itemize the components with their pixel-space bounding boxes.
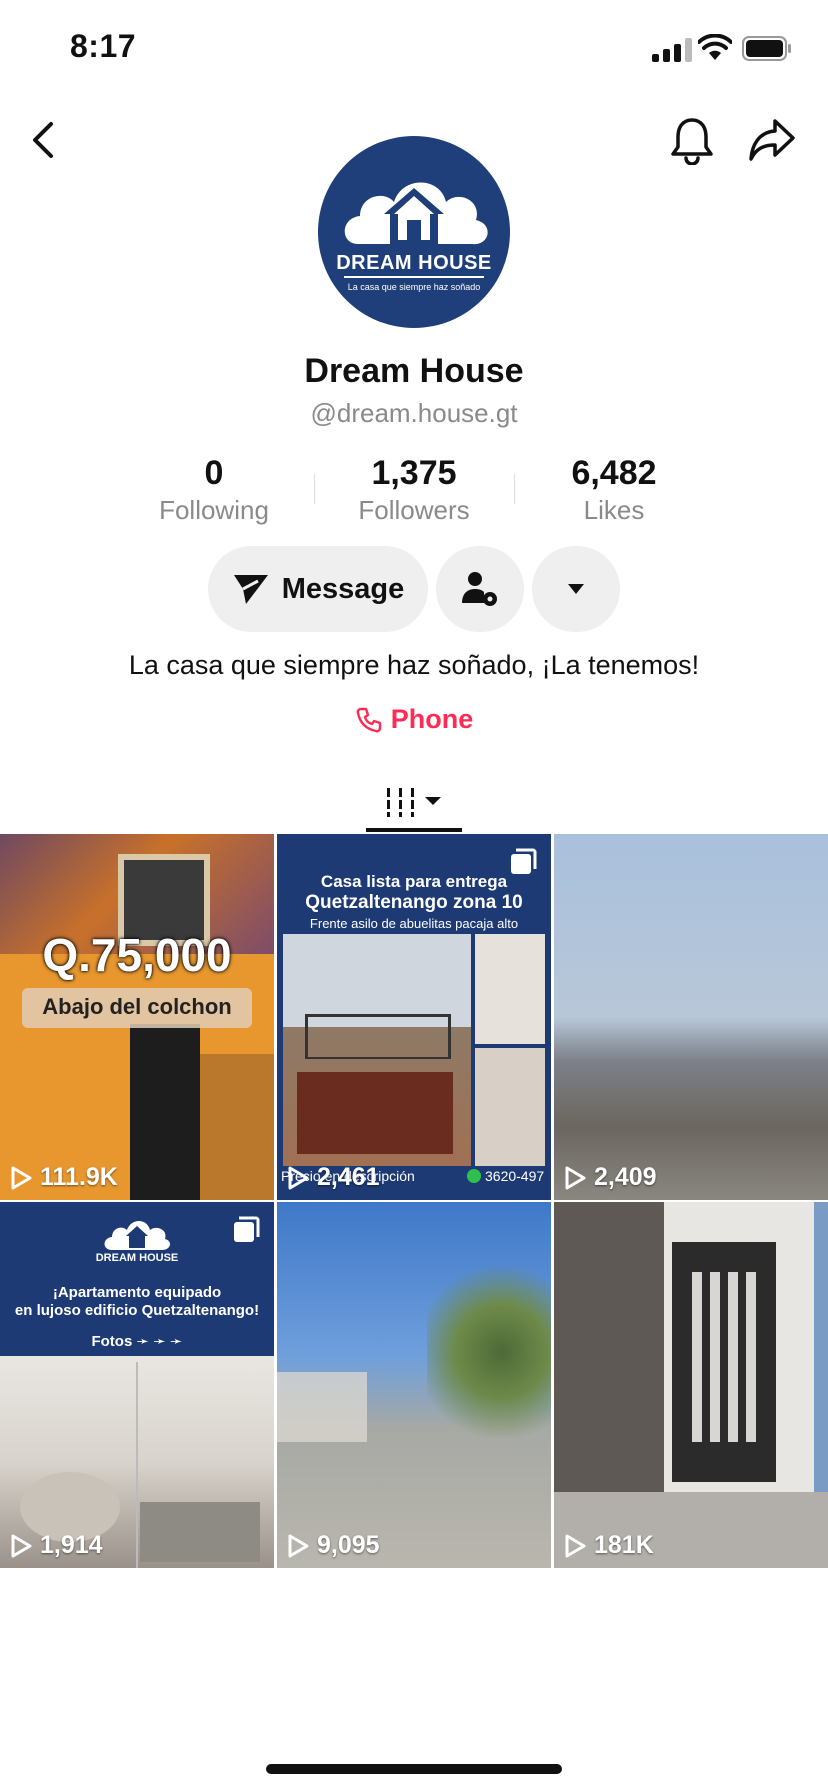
interior-photo [475,934,545,1044]
play-icon [288,1166,309,1189]
whatsapp-contact: 3620-497 [467,1168,544,1184]
tile-logo-text: DREAM HOUSE [95,1252,179,1264]
profile-handle: @dream.house.gt [310,398,518,428]
stat-value: 1,375 [371,454,457,492]
tab-active-indicator [366,828,462,832]
battery-icon [742,36,791,61]
cellular-signal-icon [652,38,694,62]
video-views: 2,409 [564,1163,657,1192]
video-views: 181K [564,1531,654,1560]
video-line2: Quetzaltenango zona 10 [305,892,523,913]
logo-tagline: La casa que siempre haz soñado [347,282,481,292]
stat-label: Likes [583,495,645,525]
phone-icon [356,707,381,732]
logo-rule [344,276,484,278]
stat-value: 0 [204,454,224,492]
play-icon [288,1534,309,1557]
wifi-icon [698,34,732,60]
video-view-count: 1,914 [40,1531,103,1559]
tab-videos[interactable] [366,768,462,834]
whatsapp-number: 3620-497 [485,1168,545,1184]
photo-divider [136,1362,138,1568]
video-line3: Frente asilo de abuelitas pacaja alto [309,916,519,931]
profile-name: Dream House [304,352,524,390]
video-line3: Fotos ➛ ➛ ➛ [91,1333,183,1350]
video-caption: Abajo del colchon [42,994,232,1019]
video-price: Q.75,000 [42,929,232,981]
house-doors [297,1072,453,1154]
video-view-count: 9,095 [317,1531,380,1559]
grid-videos-icon [387,785,441,817]
video-tile[interactable]: DREAM HOUSE ¡Apartamento equipado en luj… [0,1202,274,1568]
whatsapp-icon [467,1169,481,1183]
notifications-button[interactable] [662,110,722,170]
brick-wall [554,1202,664,1492]
phone-label: Phone [390,704,474,734]
home-indicator[interactable] [266,1764,562,1774]
wall-blur [277,1372,367,1442]
bell-icon [671,118,713,165]
video-views: 111.9K [10,1163,118,1192]
stat-value: 6,482 [571,454,657,492]
dream-house-logo [344,182,488,245]
tree-blur [427,1262,551,1442]
share-arrow-icon [749,119,795,161]
dream-house-cloud-icon [104,1221,171,1250]
video-view-count: 2,461 [317,1163,380,1191]
video-tile[interactable]: 9,095 [277,1202,551,1568]
stat-followers[interactable]: 1,375 Followers [314,454,514,526]
house-balcony [305,1014,451,1059]
follow-settings-button[interactable] [436,546,524,632]
status-time: 8:17 [70,28,137,64]
phone-link[interactable]: Phone [0,704,828,735]
message-button[interactable]: Message [208,546,428,632]
logo-title: DREAM HOUSE [336,252,492,274]
stat-likes[interactable]: 6,482 Likes [514,454,714,526]
play-icon [11,1166,32,1189]
profile-avatar[interactable]: DREAM HOUSE La casa que siempre haz soña… [318,136,510,328]
play-icon [565,1534,586,1557]
caret-down-icon [568,584,584,594]
video-view-count: 2,409 [594,1163,657,1191]
multi-photo-icon [232,1216,260,1249]
video-views: 9,095 [287,1531,380,1560]
video-tile[interactable]: 2,409 [554,834,828,1200]
thumbnail-garage [200,1054,274,1200]
play-icon [565,1166,586,1189]
stat-label: Followers [358,495,470,525]
interior-photo [475,1048,545,1166]
blue-wall [814,1202,828,1492]
sofa-shape [140,1502,260,1562]
share-button[interactable] [742,110,802,170]
door-bars [684,1272,764,1442]
profile-bio: La casa que siempre haz soñado, ¡La tene… [128,650,700,680]
stat-following[interactable]: 0 Following [114,454,314,526]
video-view-count: 111.9K [40,1163,118,1191]
video-view-count: 181K [594,1531,654,1559]
message-label: Message [281,572,405,605]
back-button[interactable] [14,110,74,170]
chevron-left-icon [33,122,53,158]
send-icon [233,575,268,604]
play-icon [11,1534,32,1557]
more-options-button[interactable] [532,546,620,632]
video-views: 1,914 [10,1531,103,1560]
stat-label: Following [159,495,269,525]
thumbnail-door [130,1024,200,1200]
video-tile[interactable]: 181K [554,1202,828,1568]
video-line1: ¡Apartamento equipado [52,1284,222,1301]
video-tile[interactable]: Casa lista para entrega Quetzaltenango z… [277,834,551,1200]
video-tile[interactable]: Q.75,000 Abajo del colchon 111.9K [0,834,274,1200]
user-settings-icon [462,572,497,606]
video-views: 2,461 [287,1163,380,1192]
video-line2: en lujoso edificio Quetzaltenango! [14,1302,260,1319]
multi-photo-icon [509,848,537,881]
